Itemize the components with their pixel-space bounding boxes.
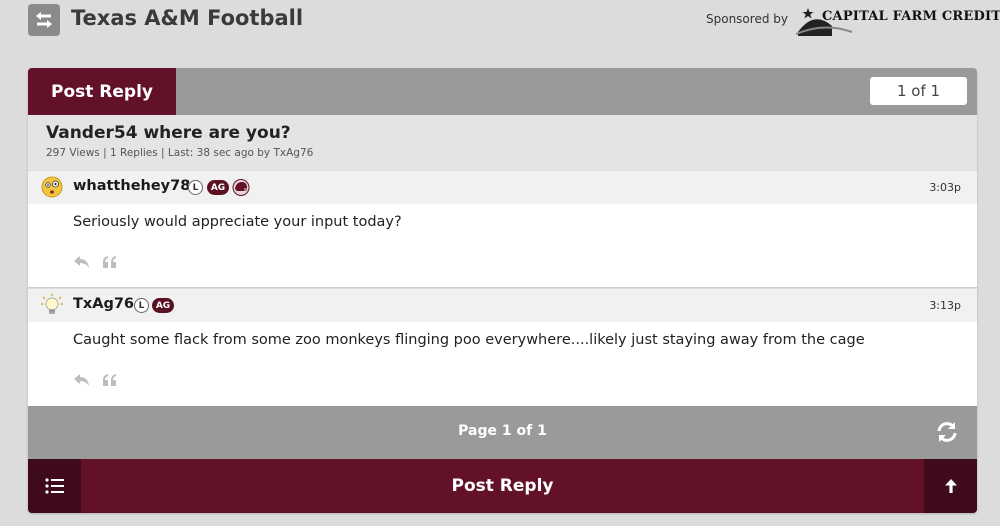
refresh-icon[interactable] <box>934 419 960 445</box>
username[interactable]: whatthehey78 <box>73 178 190 194</box>
post-time: 3:03p <box>929 181 961 194</box>
top-bar: Texas A&M Football Sponsored by CAPITAL … <box>0 0 1000 40</box>
list-icon <box>44 478 64 494</box>
lifetime-badge: L <box>134 298 149 313</box>
sponsored-by-label: Sponsored by <box>706 12 788 26</box>
thread-meta: 297 Views | 1 Replies | Last: 38 sec ago… <box>46 147 314 159</box>
thread-panel: Post Reply 1 of 1 Vander54 where are you… <box>28 68 977 513</box>
post-text: Seriously would appreciate your input to… <box>73 214 402 230</box>
quote-icon[interactable] <box>101 372 119 388</box>
post-header: whatthehey78 L AG 3:03p <box>28 170 977 204</box>
footer-post-reply-button[interactable]: Post Reply <box>81 459 924 513</box>
quote-icon[interactable] <box>101 254 119 270</box>
page-label: Page 1 of 1 <box>458 423 547 439</box>
reply-icon[interactable] <box>73 372 91 388</box>
post-actions <box>73 254 119 270</box>
thread-info: Vander54 where are you? 297 Views | 1 Re… <box>28 115 977 170</box>
footer-bar: Post Reply <box>28 459 977 513</box>
post-actions <box>73 372 119 388</box>
post-reply-button[interactable]: Post Reply <box>28 68 176 115</box>
post-body: Caught some flack from some zoo monkeys … <box>28 322 977 406</box>
sponsor-name: CAPITAL FARM CREDIT <box>822 9 1000 24</box>
post-time: 3:13p <box>929 299 961 312</box>
thread-header-bar: Post Reply 1 of 1 <box>28 68 977 115</box>
helmet-icon <box>232 179 250 196</box>
page-selector[interactable]: 1 of 1 <box>870 77 967 105</box>
board-title[interactable]: Texas A&M Football <box>71 6 303 30</box>
sponsor-logo[interactable]: CAPITAL FARM CREDIT <box>794 2 1000 38</box>
post-header: TxAg76 L AG 3:13p <box>28 288 977 322</box>
menu-button[interactable] <box>28 459 81 513</box>
surprised-face-icon <box>41 176 63 198</box>
arrow-up-icon <box>944 479 957 493</box>
post-body: Seriously would appreciate your input to… <box>28 204 977 287</box>
reply-icon[interactable] <box>73 254 91 270</box>
username[interactable]: TxAg76 <box>73 296 134 312</box>
lightbulb-icon <box>41 293 63 314</box>
thread-title: Vander54 where are you? <box>46 123 291 143</box>
ag-badge: AG <box>207 180 229 195</box>
ag-badge: AG <box>152 298 174 313</box>
scroll-to-top-button[interactable] <box>924 459 977 513</box>
post-text: Caught some flack from some zoo monkeys … <box>73 332 865 348</box>
pagination-bar: Page 1 of 1 <box>28 406 977 459</box>
lifetime-badge: L <box>188 180 203 195</box>
switch-board-icon[interactable] <box>28 4 60 36</box>
